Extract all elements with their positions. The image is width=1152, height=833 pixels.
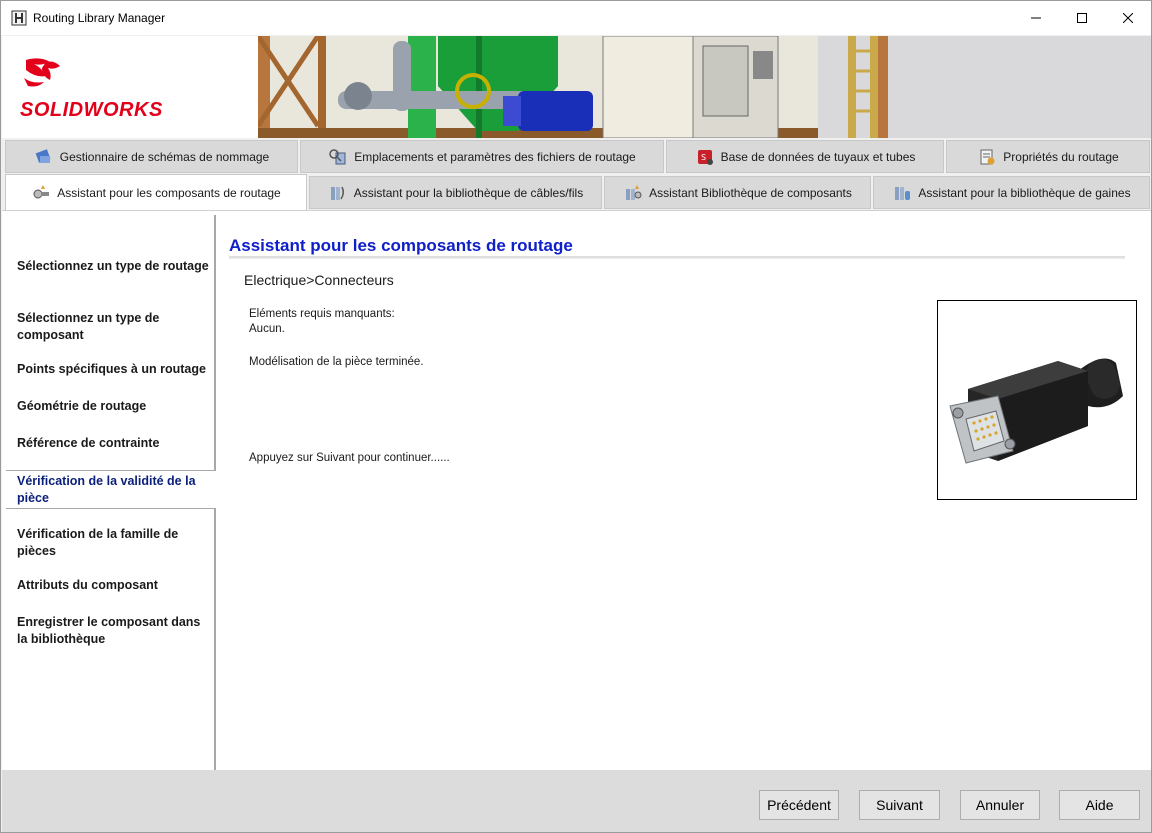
step-part-family-check[interactable]: Vérification de la famille de pièces [17,526,213,560]
help-button[interactable]: Aide [1059,790,1140,820]
breadcrumb: Electrique>Connecteurs [244,272,394,288]
tab-naming-schema[interactable]: Gestionnaire de schémas de nommage [5,140,298,173]
header-banner: SOLIDWORKS [2,36,1151,138]
step-select-routing-type[interactable]: Sélectionnez un type de routage [17,258,213,275]
window-controls [1013,1,1151,35]
routing-properties-icon [980,149,995,164]
window-title: Routing Library Manager [33,11,166,25]
routing-component-wizard-icon [33,184,50,198]
solidworks-wordmark: SOLIDWORKS [20,99,163,122]
tab-file-locations[interactable]: Emplacements et paramètres des fichiers … [300,140,664,173]
step-mate-reference[interactable]: Référence de contrainte [17,435,213,452]
page-title: Assistant pour les composants de routage [229,236,573,255]
tabs-row-2: Assistant pour les composants de routage… [2,174,1151,210]
plant-3d-illustration [258,36,1151,138]
covering-library-icon [895,186,911,200]
file-locations-icon [329,148,346,164]
logo-solid-text: SOLID [20,99,84,121]
step-part-validity-check[interactable]: Vérification de la validité de la pièce [6,470,216,509]
routing-library-manager-window: Routing Library Manager SOLIDWORKS Gesti… [0,0,1152,833]
tab-file-locations-label: Emplacements et paramètres des fichiers … [354,149,636,164]
step-routing-geometry[interactable]: Géométrie de routage [17,398,213,415]
tab-pipe-database-label: Base de données de tuyaux et tubes [720,149,916,164]
naming-schema-icon [35,148,51,163]
wizard-footer: Précédent Suivant Annuler Aide [2,770,1151,832]
svg-text:S: S [701,153,706,162]
modeling-status: Modélisation de la pièce terminée. [249,356,424,368]
tabs-row-1: Gestionnaire de schémas de nommage Empla… [2,138,1151,174]
tab-cable-library-wizard-label: Assistant pour la bibliothèque de câbles… [353,185,584,200]
logo-works-text: WORKS [83,99,163,121]
app-icon [11,10,27,26]
missing-items-value: Aucun. [249,323,285,335]
continue-hint: Appuyez sur Suivant pour continuer...... [249,452,450,464]
component-library-icon [626,184,642,200]
cable-library-icon [330,186,344,200]
wizard-steps-sidebar: Sélectionnez un type de routage Sélectio… [6,215,216,771]
wizard-content: Sélectionnez un type de routage Sélectio… [2,210,1151,771]
tab-covering-library-wizard-label: Assistant pour la bibliothèque de gaines [918,185,1131,200]
component-preview [937,300,1137,500]
maximize-icon[interactable] [1059,1,1105,35]
tab-component-library-wizard-label: Assistant Bibliothèque de composants [649,185,852,200]
tab-pipe-database[interactable]: S Base de données de tuyaux et tubes [666,140,944,173]
step-component-attributes[interactable]: Attributs du composant [17,577,213,594]
previous-button[interactable]: Précédent [759,790,839,820]
tab-cable-library-wizard[interactable]: Assistant pour la bibliothèque de câbles… [309,176,602,209]
tab-routing-component-wizard-label: Assistant pour les composants de routage [57,185,281,200]
tab-covering-library-wizard[interactable]: Assistant pour la bibliothèque de gaines [873,176,1150,209]
tab-routing-component-wizard[interactable]: Assistant pour les composants de routage [5,174,307,210]
d-sub-connector-icon [949,358,1123,464]
step-save-component[interactable]: Enregistrer le composant dans la bibliot… [17,614,213,648]
missing-items-label: Eléments requis manquants: [249,308,395,320]
minimize-icon[interactable] [1013,1,1059,35]
pipe-database-icon: S [697,149,713,165]
tab-naming-schema-label: Gestionnaire de schémas de nommage [59,149,270,164]
tab-routing-properties[interactable]: Propriétés du routage [946,140,1150,173]
title-divider [229,256,1125,259]
close-icon[interactable] [1105,1,1151,35]
cancel-button[interactable]: Annuler [960,790,1040,820]
title-bar: Routing Library Manager [1,1,1151,35]
tab-component-library-wizard[interactable]: Assistant Bibliothèque de composants [604,176,871,209]
step-routing-points[interactable]: Points spécifiques à un routage [17,361,213,378]
tab-routing-properties-label: Propriétés du routage [1003,149,1119,164]
wizard-main-panel: Assistant pour les composants de routage… [217,211,1151,771]
next-button[interactable]: Suivant [859,790,940,820]
step-select-component-type[interactable]: Sélectionnez un type de composant [17,310,213,344]
